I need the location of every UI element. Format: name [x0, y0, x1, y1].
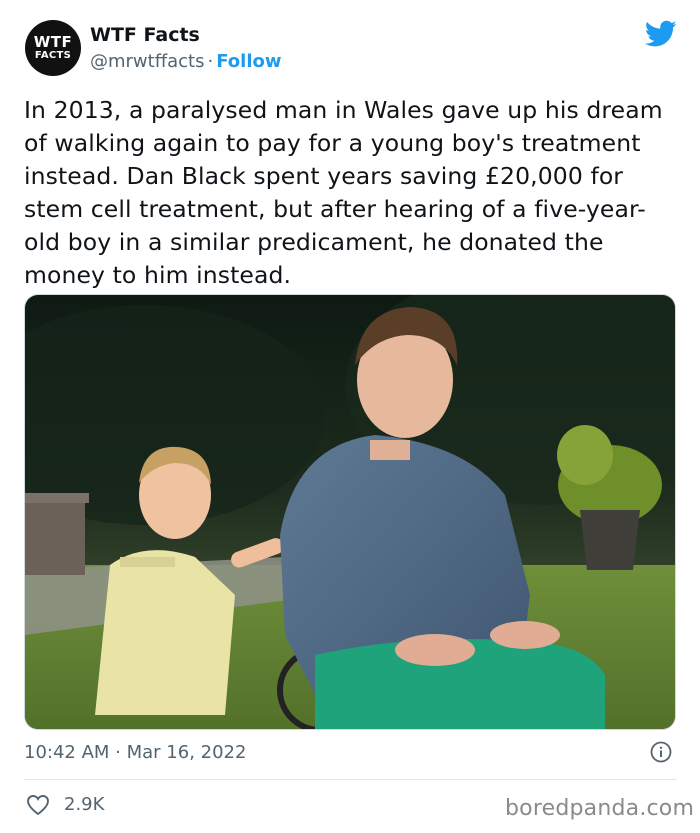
- author-name[interactable]: WTF Facts: [90, 24, 200, 46]
- handle-separator: ·: [207, 51, 214, 72]
- avatar-text-line1: WTF: [33, 33, 73, 51]
- author-handle-row: @mrwtffacts · Follow: [90, 51, 282, 72]
- tweet-text: In 2013, a paralysed man in Wales gave u…: [24, 96, 663, 289]
- heart-icon[interactable]: [26, 794, 50, 816]
- like-count: 2.9K: [64, 794, 105, 815]
- watermark: boredpanda.com: [505, 796, 695, 821]
- tweet-card: WTF FACTS WTF Facts @mrwtffacts · Follow I…: [0, 0, 700, 833]
- info-icon[interactable]: [650, 741, 672, 763]
- avatar[interactable]: WTF FACTS: [25, 20, 81, 76]
- tweet-timestamp[interactable]: 10:42 AM · Mar 16, 2022: [24, 742, 246, 763]
- avatar-text-line2: FACTS: [34, 50, 72, 61]
- divider: [24, 779, 677, 780]
- follow-button[interactable]: Follow: [216, 51, 281, 72]
- twitter-bird-icon[interactable]: [645, 20, 677, 48]
- tweet-photo[interactable]: [24, 294, 676, 730]
- author-handle[interactable]: @mrwtffacts: [90, 51, 204, 72]
